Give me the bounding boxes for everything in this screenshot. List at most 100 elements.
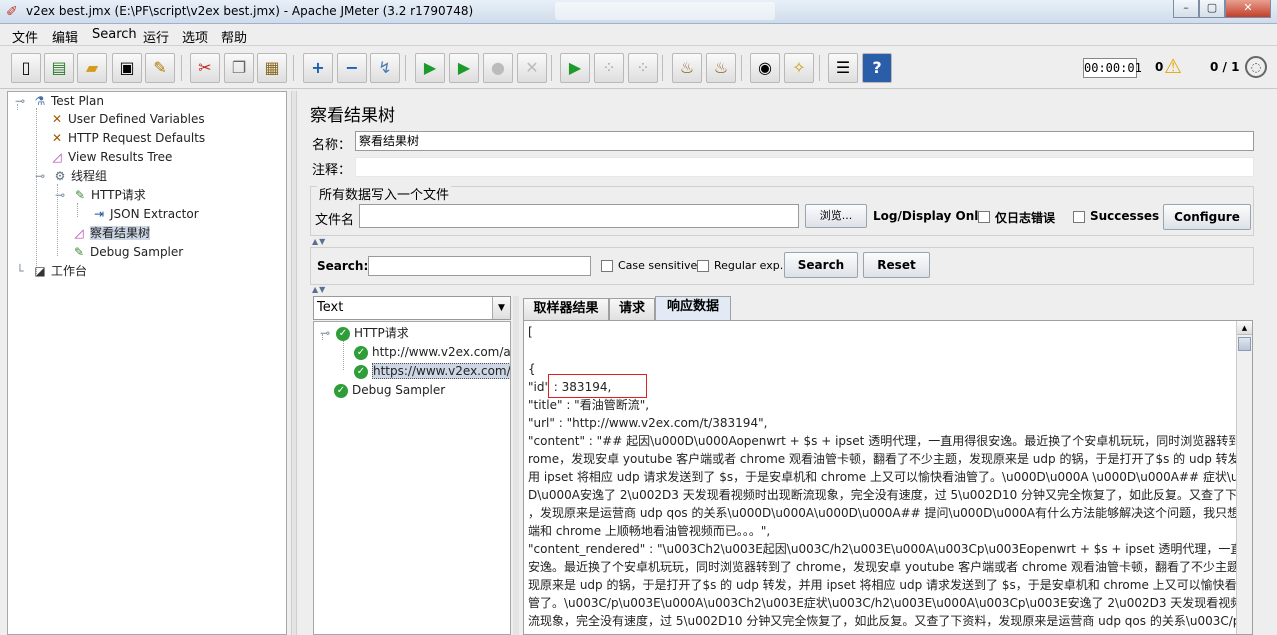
response-scrollbar[interactable]: ▲ [1236, 321, 1252, 634]
regex-checkbox[interactable] [697, 260, 709, 272]
scroll-up-icon[interactable]: ▲ [1237, 321, 1252, 335]
collapse-arrows-icon[interactable]: ▲▼ [312, 237, 326, 246]
main-splitter[interactable] [291, 91, 297, 635]
close-button[interactable]: ✕ [1225, 0, 1271, 18]
toolbar-separator [741, 55, 742, 81]
scroll-thumb[interactable] [1238, 337, 1251, 351]
search-input[interactable] [368, 256, 591, 276]
tree-item-json-extractor[interactable]: ⇥ JSON Extractor [90, 205, 199, 223]
reset-button[interactable]: Reset [863, 252, 930, 278]
response-line: 用 ipset 将相应 udp 请求发送到了 $s，于是安卓机和 chrome … [528, 470, 1253, 484]
minimize-button[interactable]: – [1173, 0, 1199, 18]
response-line: ，发现原来是运营商 udp qos 的关系\u000D\u000A\u000D\… [528, 506, 1253, 520]
expand-toggle-icon[interactable]: ⊸ [11, 92, 29, 110]
case-sensitive-checkbox[interactable] [601, 260, 613, 272]
menu-options[interactable]: 选项 [182, 27, 208, 46]
reset-search-broom-icon[interactable]: ✧ [784, 53, 814, 83]
templates-icon[interactable]: ▤ [44, 53, 74, 83]
tree-item-user-defined-variables[interactable]: ✕ User Defined Variables [48, 110, 205, 128]
result-item-debug-sampler[interactable]: ✓ Debug Sampler [334, 381, 445, 399]
search-binoculars-icon[interactable]: ◉ [750, 53, 780, 83]
browse-button[interactable]: 浏览... [805, 204, 867, 228]
tree-item-label: View Results Tree [68, 150, 173, 164]
help-icon[interactable]: ? [862, 53, 892, 83]
tree-item-http-request[interactable]: ⊸ ✎ HTTP请求 [51, 186, 146, 204]
stop-icon[interactable]: ● [483, 53, 513, 83]
start-icon[interactable]: ▶ [415, 53, 445, 83]
expand-toggle-icon[interactable]: ⊸ [51, 186, 69, 204]
search-button[interactable]: Search [784, 252, 858, 278]
filename-input[interactable] [359, 204, 799, 228]
configure-button[interactable]: Configure [1163, 204, 1251, 230]
save-as-icon[interactable]: ✎ [145, 53, 175, 83]
warning-icon[interactable]: ⚠ [1164, 55, 1186, 77]
warning-count: 0 [1155, 60, 1164, 74]
shutdown-icon[interactable]: ✕ [517, 53, 547, 83]
successes-checkbox[interactable] [1073, 211, 1085, 223]
pipette-icon: ✎ [74, 188, 86, 202]
tree-item-label: HTTP请求 [91, 188, 146, 202]
result-item-sub-sample[interactable]: ✓ http://www.v2ex.com/api/ [354, 343, 510, 361]
remote-shutdown-icon[interactable]: ⁘ [628, 53, 658, 83]
tab-request[interactable]: 请求 [609, 298, 655, 320]
response-line: 管了。\u003C/p\u003E\u000A\u003Ch2\u003E症状\… [528, 596, 1253, 610]
tree-item-label: 工作台 [51, 264, 88, 278]
tree-item-thread-group[interactable]: ⊸ ⚙ 线程组 [31, 167, 107, 185]
success-check-icon: ✓ [354, 364, 368, 379]
response-line: 端和 chrome 上顺畅地看油管视频而已。。。", [528, 524, 771, 538]
active-threads: 0 / 1 [1210, 60, 1240, 74]
chevron-down-icon[interactable]: ▼ [492, 297, 510, 319]
collapse-all-icon[interactable]: − [337, 53, 367, 83]
clear-all-icon[interactable]: ♨ [706, 53, 736, 83]
tree-item-test-plan[interactable]: ⊸ ⚗ Test Plan [11, 92, 104, 110]
menu-search[interactable]: Search [92, 27, 137, 42]
expand-all-icon[interactable]: + [303, 53, 333, 83]
toolbar-separator [551, 55, 552, 81]
expand-toggle-icon[interactable]: ⊸ [316, 324, 334, 342]
menu-edit[interactable]: 编辑 [52, 27, 78, 46]
menu-file[interactable]: 文件 [12, 27, 38, 46]
menu-help[interactable]: 帮助 [221, 27, 247, 46]
remote-start-icon[interactable]: ▶ [560, 53, 590, 83]
tree-connector [36, 108, 37, 274]
title-bar-overlay [555, 2, 775, 20]
comment-field[interactable] [355, 157, 1254, 177]
remote-status-icon: ◌ [1245, 56, 1267, 78]
copy-icon[interactable]: ❐ [224, 53, 254, 83]
toggle-icon[interactable]: ↯ [370, 53, 400, 83]
toolbar-separator [181, 55, 182, 81]
tree-connector [77, 203, 78, 217]
result-item-sub-sample-selected[interactable]: ✓ https://www.v2ex.com/ap [354, 362, 510, 380]
errors-only-checkbox[interactable] [978, 211, 990, 223]
results-splitter[interactable] [513, 296, 519, 635]
remote-stop-icon[interactable]: ⁘ [594, 53, 624, 83]
renderer-dropdown[interactable]: Text ▼ [313, 296, 511, 320]
tree-item-http-request-defaults[interactable]: ✕ HTTP Request Defaults [48, 129, 205, 147]
sample-results-tree: ⊸ ✓ HTTP请求 ✓ http://www.v2ex.com/api/ ✓ http… [313, 321, 511, 635]
save-icon[interactable]: ▣ [112, 53, 142, 83]
expand-toggle-icon[interactable]: ⊸ [31, 167, 49, 185]
tree-item-selected-results-tree[interactable]: ◿ 察看结果树 [70, 224, 151, 242]
name-field[interactable]: 察看结果树 [355, 131, 1254, 151]
response-data-pane[interactable]: [ { "id" : 383194, "title" : "看油管断流", "u… [523, 320, 1253, 635]
new-icon[interactable]: ▯ [11, 53, 41, 83]
tree-item-label: JSON Extractor [110, 207, 199, 221]
tree-item-debug-sampler[interactable]: ✎ Debug Sampler [70, 243, 183, 261]
collapse-arrows-icon[interactable]: ▲▼ [312, 285, 326, 294]
renderer-value: Text [317, 300, 344, 315]
tab-response-data[interactable]: 响应数据 [655, 296, 731, 320]
tree-item-workbench[interactable]: └ ◪ 工作台 [11, 262, 87, 280]
tree-item-view-results-tree[interactable]: ◿ View Results Tree [48, 148, 172, 166]
tree-item-label: User Defined Variables [68, 112, 205, 126]
cut-icon[interactable]: ✂ [190, 53, 220, 83]
start-no-pauses-icon[interactable]: ▶ [449, 53, 479, 83]
function-helper-icon[interactable]: ☰ [828, 53, 858, 83]
result-item-label: https://www.v2ex.com/ap [372, 363, 510, 379]
tab-sampler-result[interactable]: 取样器结果 [523, 298, 609, 320]
menu-run[interactable]: 运行 [143, 27, 169, 46]
result-item-http-request[interactable]: ⊸ ✓ HTTP请求 [316, 324, 409, 342]
maximize-button[interactable]: ▢ [1199, 0, 1225, 18]
paste-icon[interactable]: ▦ [257, 53, 287, 83]
clear-icon[interactable]: ♨ [672, 53, 702, 83]
open-folder-icon[interactable]: ▰ [77, 53, 107, 83]
